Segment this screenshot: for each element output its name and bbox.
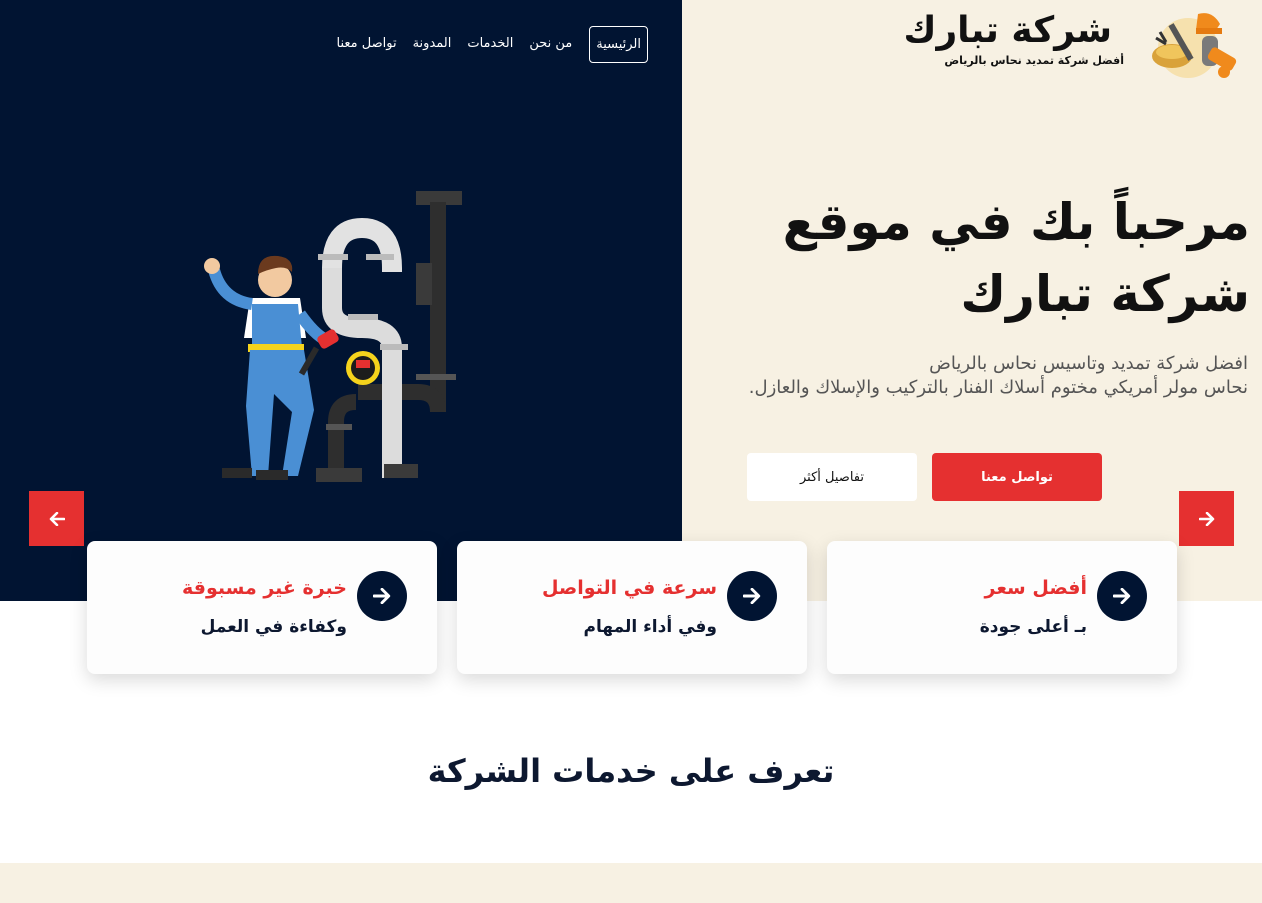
card-arrow-button[interactable]	[727, 571, 777, 621]
slider-prev-button[interactable]	[29, 491, 84, 546]
arrow-right-icon	[743, 588, 761, 604]
feature-title: سرعة في التواصل	[541, 577, 717, 599]
contact-us-button[interactable]: تواصل معنا	[932, 453, 1102, 501]
arrow-right-icon	[1198, 511, 1214, 526]
hero-section: الرئيسية من نحن الخدمات المدونة تواصل مع…	[0, 0, 1262, 601]
feature-subtitle: وكفاءة في العمل	[200, 617, 347, 637]
feature-card-best-price[interactable]: أفضل سعر بـ أعلى جودة	[827, 541, 1177, 674]
arrow-left-icon	[49, 511, 65, 526]
hero-description-line-2: نحاس مولر أمريكي مختوم أسلاك الفنار بالت…	[748, 377, 1248, 398]
feature-title: أفضل سعر	[984, 577, 1087, 599]
more-details-button[interactable]: تفاصيل أكثر	[747, 453, 917, 501]
feature-card-fast-contact[interactable]: سرعة في التواصل وفي أداء المهام	[457, 541, 807, 674]
feature-subtitle: وفي أداء المهام	[583, 617, 717, 637]
plumber-illustration	[204, 191, 462, 482]
arrow-right-icon	[1113, 588, 1131, 604]
services-section-background	[0, 863, 1262, 903]
hero-description: افضل شركة تمديد وتاسيس نحاس بالرياض نحاس…	[688, 352, 1248, 400]
feature-title: خبرة غير مسبوقة	[182, 577, 347, 599]
nav-item-contact[interactable]: تواصل معنا	[328, 26, 404, 63]
feature-card-experience[interactable]: خبرة غير مسبوقة وكفاءة في العمل	[87, 541, 437, 674]
site-logo[interactable]: شركة تبارك أفضل شركة تمديد نحاس بالرياض	[903, 8, 1240, 88]
nav-item-home[interactable]: الرئيسية	[589, 26, 648, 63]
nav-item-blog[interactable]: المدونة	[405, 26, 460, 63]
plumber-tools-logo-icon	[1152, 13, 1237, 78]
hero-title: مرحباً بك في موقع شركة تبارك	[782, 193, 1250, 323]
card-arrow-button[interactable]	[357, 571, 407, 621]
arrow-right-icon	[373, 588, 391, 604]
feature-subtitle: بـ أعلى جودة	[979, 617, 1087, 637]
logo-subtitle: أفضل شركة تمديد نحاس بالرياض	[944, 54, 1124, 67]
services-section-title: تعرف على خدمات الشركة	[427, 752, 835, 790]
hero-description-line-1: افضل شركة تمديد وتاسيس نحاس بالرياض	[929, 353, 1248, 374]
main-nav: الرئيسية من نحن الخدمات المدونة تواصل مع…	[328, 26, 648, 63]
nav-item-services[interactable]: الخدمات	[459, 26, 521, 63]
card-arrow-button[interactable]	[1097, 571, 1147, 621]
slider-next-button[interactable]	[1179, 491, 1234, 546]
logo-title: شركة تبارك	[903, 10, 1112, 51]
nav-item-about[interactable]: من نحن	[521, 26, 580, 63]
